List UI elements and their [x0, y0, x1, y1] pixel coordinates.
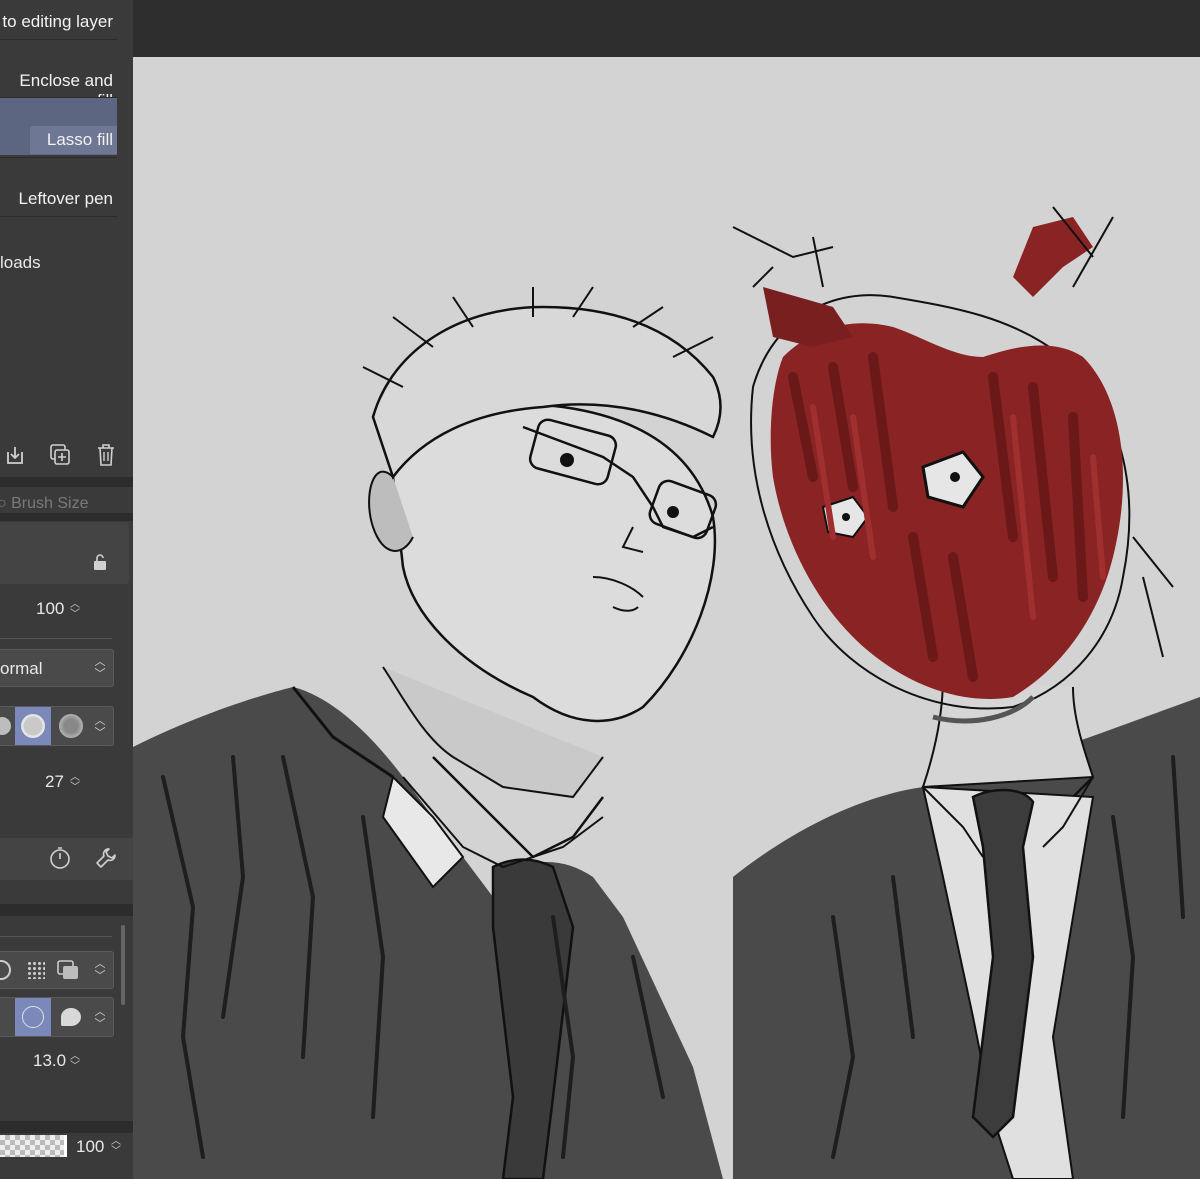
- dither-icon[interactable]: [23, 952, 49, 988]
- subtool-leftover-pen[interactable]: Leftover pen: [0, 189, 117, 209]
- divider: [0, 216, 117, 217]
- subtool-lasso-fill[interactable]: Lasso fill: [0, 130, 117, 150]
- brush-size-tab[interactable]: ○ Brush Size: [0, 495, 88, 513]
- panel-divider: [0, 904, 133, 916]
- timer-icon[interactable]: [47, 845, 73, 871]
- density-slider[interactable]: [0, 1135, 67, 1157]
- subtool-label: Lasso fill: [46, 130, 113, 149]
- blend-icon[interactable]: [0, 952, 13, 988]
- thickness-value[interactable]: 13.0: [33, 1051, 66, 1071]
- hard-tip-icon[interactable]: [53, 707, 89, 745]
- panel-divider: [0, 513, 133, 521]
- soft-tip-icon[interactable]: [0, 707, 13, 745]
- lock-icon[interactable]: [90, 552, 110, 572]
- opacity-stepper[interactable]: ︿ ﹀: [68, 600, 82, 620]
- drawing-canvas[interactable]: [133, 57, 1200, 1179]
- brush-size-value[interactable]: 27: [45, 772, 64, 792]
- medium-tip-icon[interactable]: [15, 707, 51, 745]
- round-tip-icon[interactable]: [15, 998, 51, 1036]
- texture-mode-selector[interactable]: ︿ ﹀: [0, 951, 114, 989]
- wrench-icon[interactable]: [93, 845, 119, 871]
- divider: [0, 157, 117, 158]
- tip-shape-selector[interactable]: ︿ ﹀: [0, 997, 114, 1037]
- brush-size-stepper[interactable]: ︿ ﹀: [68, 773, 82, 793]
- chevron-updown-icon: ︿ ﹀: [94, 715, 106, 739]
- import-icon[interactable]: [2, 442, 28, 468]
- chevron-updown-icon: ︿ ﹀: [94, 656, 106, 680]
- duplicate-icon[interactable]: [47, 442, 73, 468]
- brush-tip-selector[interactable]: ︿ ﹀: [0, 706, 114, 746]
- brush-size-tab-label: ○: [0, 495, 7, 512]
- blend-mode-select[interactable]: ormal ︿ ﹀: [0, 649, 114, 687]
- divider: [0, 39, 117, 40]
- density-value[interactable]: 100: [76, 1137, 104, 1157]
- divider: [0, 638, 112, 639]
- blend-mode-value: ormal: [0, 659, 43, 678]
- panel-divider: [0, 1121, 133, 1133]
- chevron-updown-icon: ︿ ﹀: [94, 1006, 106, 1030]
- thickness-stepper[interactable]: ︿ ﹀: [68, 1052, 82, 1072]
- layers-mode-icon[interactable]: [53, 952, 83, 988]
- density-stepper[interactable]: ︿ ﹀: [109, 1137, 123, 1157]
- left-panel: to editing layer Enclose and fill Lasso …: [0, 0, 133, 1179]
- trash-icon[interactable]: [93, 442, 119, 468]
- custom-tip-icon[interactable]: [53, 998, 89, 1036]
- divider: [0, 936, 112, 937]
- opacity-value[interactable]: 100: [36, 599, 64, 619]
- artwork-illustration: [133, 206, 1200, 1179]
- subtool-refer-editing[interactable]: to editing layer: [0, 12, 117, 32]
- top-bar: [133, 0, 1200, 57]
- panel-divider: [0, 477, 133, 487]
- brush-size-tab-text: Brush Size: [11, 495, 89, 512]
- subtool-label: to editing layer: [2, 12, 113, 31]
- chevron-updown-icon: ︿ ﹀: [94, 958, 106, 982]
- subtool-label: Leftover pen: [18, 189, 113, 208]
- panel-scrollbar[interactable]: [121, 925, 125, 1005]
- downloads-link[interactable]: loads: [0, 253, 41, 273]
